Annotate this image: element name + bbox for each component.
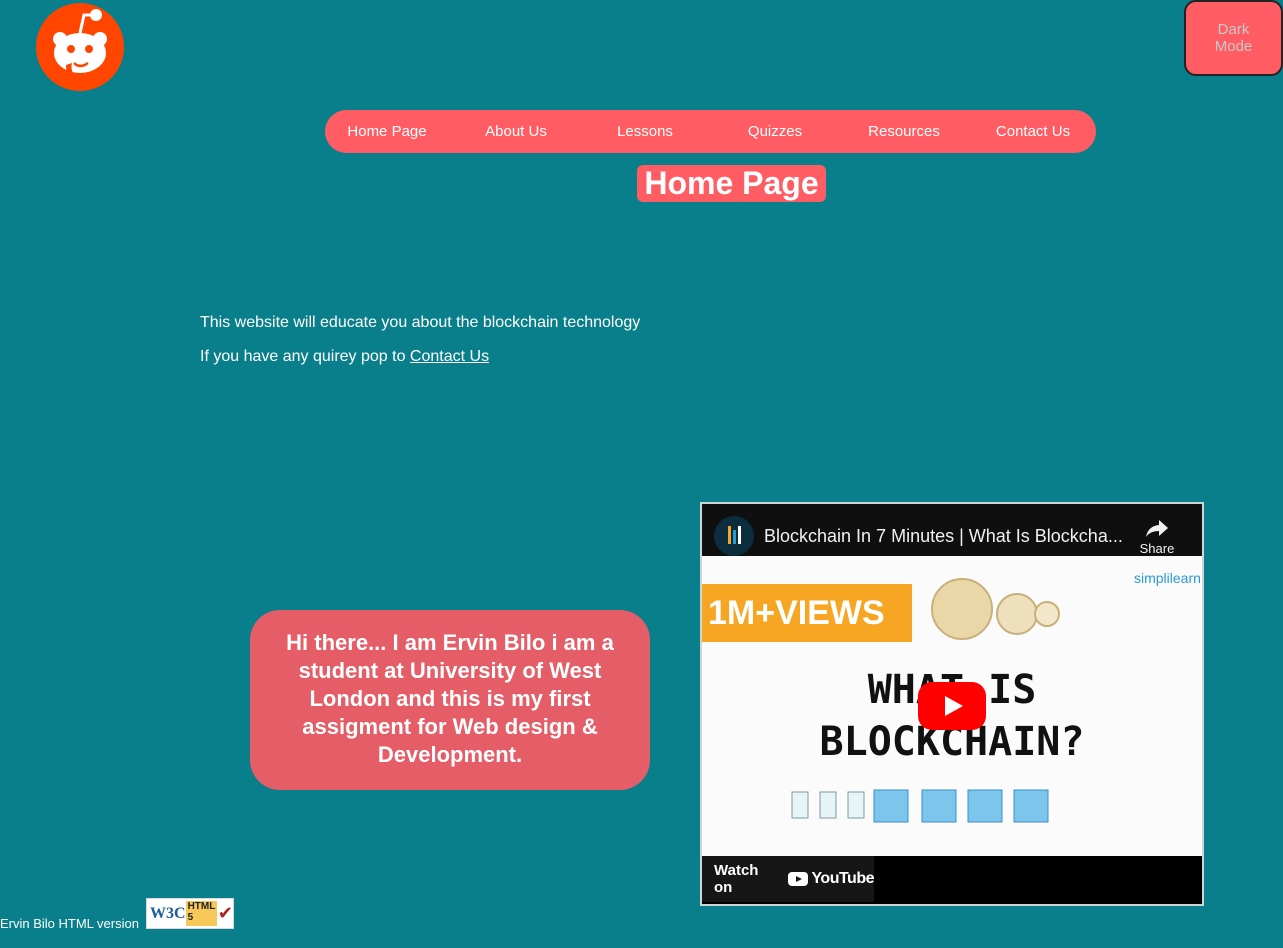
footer-text: Ervin Bilo HTML version	[0, 916, 139, 931]
reddit-alien-icon[interactable]	[36, 3, 124, 91]
page-title: Home Page	[637, 165, 826, 202]
dark-mode-button[interactable]: Dark Mode	[1184, 0, 1283, 76]
w3c-html5-badge[interactable]: W3C HTML 5 ✔	[146, 898, 234, 929]
watch-on-youtube-button[interactable]: Watch on YouTube	[702, 856, 874, 902]
nav-item-quizzes[interactable]: Quizzes	[711, 110, 839, 153]
youtube-label: YouTube	[811, 870, 874, 887]
share-button[interactable]: Share	[1134, 518, 1180, 556]
youtube-play-icon	[788, 872, 809, 886]
blocks-illustration	[791, 789, 1049, 823]
checkmark-icon: ✔	[217, 903, 233, 923]
nav-item-lessons[interactable]: Lessons	[581, 110, 709, 153]
channel-avatar[interactable]	[714, 516, 754, 556]
nav-item-about[interactable]: About Us	[451, 110, 581, 153]
brand-text: simplilearn	[1134, 570, 1201, 586]
youtube-logo: YouTube	[788, 870, 874, 888]
w3c-logo: W3C	[150, 904, 186, 922]
contact-line: If you have any quirey pop to Contact Us	[200, 347, 640, 366]
contact-us-link[interactable]: Contact Us	[410, 348, 489, 365]
video-thumbnail[interactable]: 1M+VIEWS simplilearn WHAT IS BLOCKCHAIN?	[702, 556, 1202, 856]
html5-label: HTML 5	[185, 901, 217, 926]
nav-item-contact[interactable]: Contact Us	[969, 110, 1097, 153]
nav-item-home[interactable]: Home Page	[325, 110, 449, 153]
page: Dark Mode Home Page About Us Lessons Qui…	[0, 0, 1283, 948]
watch-on-label: Watch on	[714, 862, 759, 896]
simplilearn-logo-icon	[728, 526, 741, 544]
intro-bubble: Hi there... I am Ervin Bilo i am a stude…	[250, 610, 650, 790]
share-label: Share	[1139, 541, 1175, 556]
play-button[interactable]	[918, 682, 986, 730]
main-nav: Home Page About Us Lessons Quizzes Resou…	[325, 110, 1096, 153]
video-title[interactable]: Blockchain In 7 Minutes | What Is Blockc…	[764, 526, 1124, 547]
video-header: Blockchain In 7 Minutes | What Is Blockc…	[702, 504, 1202, 556]
intro-section: This website will educate you about the …	[200, 313, 640, 381]
share-arrow-icon	[1146, 520, 1168, 537]
bitcoin-coins-illustration	[931, 578, 1060, 640]
contact-line-prefix: If you have any quirey pop to	[200, 348, 410, 365]
nav-item-resources[interactable]: Resources	[840, 110, 968, 153]
youtube-embed[interactable]: Blockchain In 7 Minutes | What Is Blockc…	[700, 502, 1204, 906]
views-banner: 1M+VIEWS	[702, 584, 912, 642]
intro-line: This website will educate you about the …	[200, 314, 641, 331]
